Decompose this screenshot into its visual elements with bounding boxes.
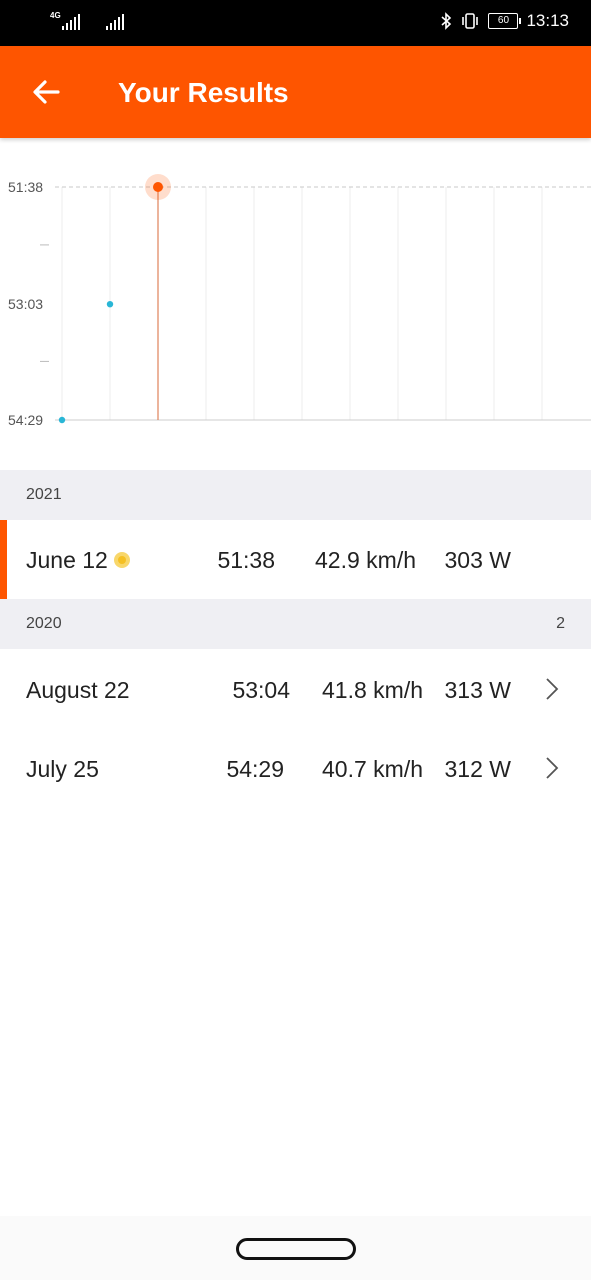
result-time: 51:38 (217, 547, 275, 573)
result-row[interactable]: August 22 53:04 41.8 km/h 313 W (0, 650, 591, 729)
bluetooth-icon (441, 12, 452, 30)
section-header-2020: 2020 2 (0, 599, 591, 649)
section-year: 2021 (26, 486, 62, 503)
vibrate-icon (462, 13, 479, 29)
chevron-right-icon[interactable] (545, 677, 559, 701)
result-row[interactable]: July 25 54:29 40.7 km/h 312 W (0, 729, 591, 808)
signal-icon: 4G (50, 12, 80, 32)
page-title: Your Results (118, 77, 289, 108)
result-time: 53:04 (232, 677, 290, 703)
data-point (106, 300, 114, 308)
section-header-2021: 2021 (0, 470, 591, 520)
status-bar: 4G 60 13:13 (0, 0, 591, 46)
result-speed: 42.9 km/h (315, 547, 416, 573)
result-time: 54:29 (226, 756, 284, 782)
result-speed: 40.7 km/h (322, 756, 423, 782)
result-row[interactable]: June 12 51:38 42.9 km/h 303 W (0, 520, 591, 599)
clock: 13:13 (526, 11, 569, 30)
result-date: June 12 (26, 546, 130, 574)
selected-indicator (0, 520, 7, 599)
result-power: 312 W (444, 756, 511, 782)
home-indicator[interactable] (236, 1238, 356, 1260)
navigation-bar (0, 1216, 591, 1280)
battery-icon: 60 (488, 13, 522, 29)
chart-plot[interactable] (0, 140, 591, 470)
arrow-left-icon (33, 80, 60, 104)
chevron-right-icon[interactable] (545, 756, 559, 780)
current-result-icon (113, 552, 130, 569)
data-point (153, 182, 163, 192)
app-bar: Your Results (0, 46, 591, 138)
y-tick-label: 51:38 (8, 179, 44, 195)
result-power: 303 W (444, 547, 511, 573)
result-speed: 41.8 km/h (322, 677, 423, 703)
section-count: 2 (556, 615, 565, 632)
y-tick-label: 53:03 (8, 296, 44, 312)
y-tick-label: 54:29 (8, 412, 44, 428)
results-chart[interactable]: 51:38 53:03 54:29 (0, 140, 591, 470)
result-power: 313 W (444, 677, 511, 703)
data-point (58, 416, 66, 424)
result-date: July 25 (26, 756, 99, 782)
section-year: 2020 (26, 615, 62, 632)
result-date: August 22 (26, 677, 130, 703)
back-button[interactable] (28, 74, 64, 110)
signal-icon-2 (94, 12, 124, 32)
